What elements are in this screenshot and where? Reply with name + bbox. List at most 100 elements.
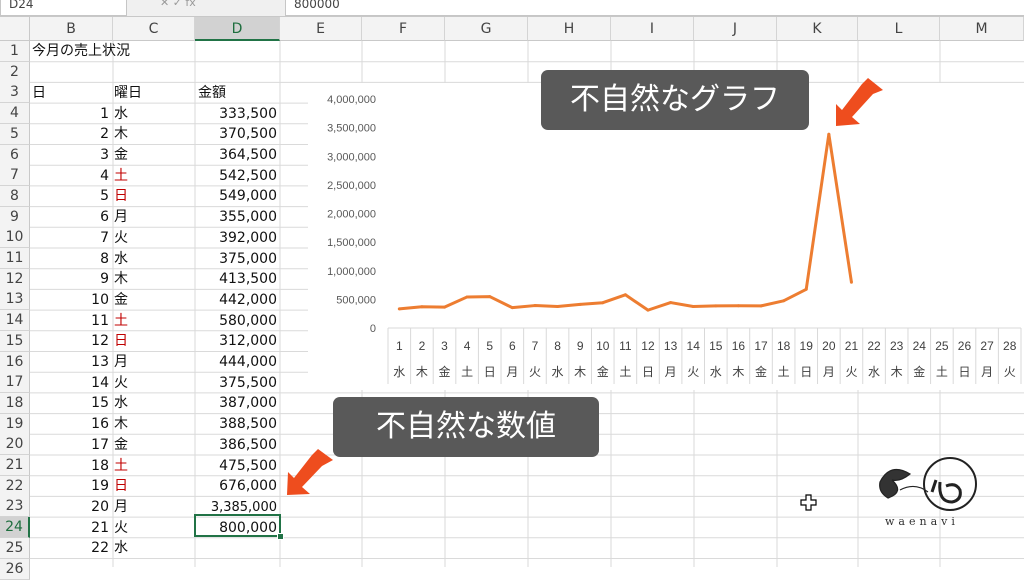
x-weekday-label: 木 bbox=[416, 365, 428, 379]
data-point[interactable] bbox=[578, 302, 582, 306]
cell-amount[interactable]: 355,000 bbox=[195, 207, 277, 228]
data-point[interactable] bbox=[827, 132, 831, 136]
x-weekday-label: 火 bbox=[687, 365, 699, 379]
cell-amount[interactable]: 580,000 bbox=[195, 311, 277, 332]
cell-weekday[interactable]: 水 bbox=[114, 538, 128, 559]
cell-amount[interactable]: 392,000 bbox=[195, 228, 277, 249]
cell-day[interactable]: 8 bbox=[30, 249, 109, 270]
cell-day[interactable]: 11 bbox=[30, 311, 109, 332]
cell-day[interactable]: 19 bbox=[30, 476, 109, 497]
x-weekday-label: 木 bbox=[891, 365, 903, 379]
cell-amount[interactable]: 442,000 bbox=[195, 290, 277, 311]
cell-weekday[interactable]: 水 bbox=[114, 393, 128, 414]
data-point[interactable] bbox=[691, 305, 695, 309]
cell-day[interactable]: 20 bbox=[30, 497, 109, 518]
x-weekday-label: 火 bbox=[1004, 365, 1016, 379]
cell-weekday[interactable]: 水 bbox=[114, 104, 128, 125]
data-point[interactable] bbox=[533, 304, 537, 308]
cell-day[interactable]: 4 bbox=[30, 166, 109, 187]
header-weekday[interactable]: 曜日 bbox=[114, 83, 142, 104]
sales-series-line[interactable] bbox=[399, 132, 853, 312]
sheet-title[interactable]: 今月の売上状況 bbox=[32, 41, 130, 62]
cell-day[interactable]: 6 bbox=[30, 207, 109, 228]
data-point[interactable] bbox=[556, 305, 560, 309]
cell-day[interactable]: 7 bbox=[30, 228, 109, 249]
cell-amount[interactable]: 444,000 bbox=[195, 352, 277, 373]
cell-amount[interactable]: 387,000 bbox=[195, 393, 277, 414]
data-point[interactable] bbox=[782, 299, 786, 303]
cell-amount[interactable]: 333,500 bbox=[195, 104, 277, 125]
data-point[interactable] bbox=[646, 308, 650, 312]
fill-handle[interactable] bbox=[277, 533, 284, 540]
cell-amount[interactable]: 388,500 bbox=[195, 414, 277, 435]
cell-day[interactable]: 13 bbox=[30, 352, 109, 373]
cell-day[interactable]: 1 bbox=[30, 104, 109, 125]
cell-amount[interactable]: 370,500 bbox=[195, 124, 277, 145]
active-cell-d24[interactable] bbox=[194, 514, 281, 537]
x-tick-label: 13 bbox=[664, 339, 678, 353]
header-amount[interactable]: 金額 bbox=[198, 83, 226, 104]
x-weekday-label: 土 bbox=[778, 365, 790, 379]
cell-day[interactable]: 17 bbox=[30, 435, 109, 456]
cell-weekday[interactable]: 木 bbox=[114, 124, 128, 145]
cell-day[interactable]: 18 bbox=[30, 456, 109, 477]
cell-weekday[interactable]: 木 bbox=[114, 269, 128, 290]
cell-weekday[interactable]: 火 bbox=[114, 518, 128, 539]
data-point[interactable] bbox=[669, 301, 673, 305]
cell-amount[interactable]: 413,500 bbox=[195, 269, 277, 290]
cell-day[interactable]: 22 bbox=[30, 538, 109, 559]
data-point[interactable] bbox=[488, 295, 492, 299]
cell-weekday[interactable]: 火 bbox=[114, 228, 128, 249]
data-point[interactable] bbox=[736, 304, 740, 308]
cell-weekday[interactable]: 月 bbox=[114, 497, 128, 518]
cell-amount[interactable]: 375,500 bbox=[195, 373, 277, 394]
cell-day[interactable]: 2 bbox=[30, 124, 109, 145]
cell-weekday[interactable]: 日 bbox=[114, 331, 128, 352]
cell-amount[interactable]: 375,000 bbox=[195, 249, 277, 270]
data-point[interactable] bbox=[443, 305, 447, 309]
cell-weekday[interactable]: 火 bbox=[114, 373, 128, 394]
header-day[interactable]: 日 bbox=[32, 83, 46, 104]
cell-day[interactable]: 15 bbox=[30, 393, 109, 414]
cell-weekday[interactable]: 土 bbox=[114, 456, 128, 477]
cell-weekday[interactable]: 金 bbox=[114, 145, 128, 166]
cell-day[interactable]: 21 bbox=[30, 518, 109, 539]
cell-amount[interactable]: 364,500 bbox=[195, 145, 277, 166]
data-point[interactable] bbox=[397, 307, 401, 311]
data-point[interactable] bbox=[759, 304, 763, 308]
cell-amount[interactable]: 676,000 bbox=[195, 476, 277, 497]
cell-amount[interactable]: 542,500 bbox=[195, 166, 277, 187]
cell-weekday[interactable]: 金 bbox=[114, 435, 128, 456]
cell-day[interactable]: 10 bbox=[30, 290, 109, 311]
cell-weekday[interactable]: 月 bbox=[114, 352, 128, 373]
cell-day[interactable]: 9 bbox=[30, 269, 109, 290]
cell-amount[interactable]: 386,500 bbox=[195, 435, 277, 456]
cell-weekday[interactable]: 月 bbox=[114, 207, 128, 228]
data-point[interactable] bbox=[420, 305, 424, 309]
data-point[interactable] bbox=[510, 306, 514, 310]
data-point[interactable] bbox=[849, 280, 853, 284]
cell-day[interactable]: 12 bbox=[30, 331, 109, 352]
cell-weekday[interactable]: 水 bbox=[114, 249, 128, 270]
data-point[interactable] bbox=[804, 287, 808, 291]
cell-amount[interactable]: 549,000 bbox=[195, 186, 277, 207]
cell-amount[interactable]: 475,500 bbox=[195, 456, 277, 477]
cell-day[interactable]: 16 bbox=[30, 414, 109, 435]
cell-day[interactable]: 3 bbox=[30, 145, 109, 166]
cell-weekday[interactable]: 金 bbox=[114, 290, 128, 311]
cell-day[interactable]: 5 bbox=[30, 186, 109, 207]
cell-weekday[interactable]: 木 bbox=[114, 414, 128, 435]
data-point[interactable] bbox=[623, 293, 627, 297]
cell-weekday[interactable]: 日 bbox=[114, 476, 128, 497]
x-weekday-label: 日 bbox=[642, 365, 654, 379]
cell-weekday[interactable]: 土 bbox=[114, 166, 128, 187]
data-point[interactable] bbox=[465, 295, 469, 299]
cell-weekday[interactable]: 日 bbox=[114, 186, 128, 207]
data-point[interactable] bbox=[714, 304, 718, 308]
cell-amount[interactable]: 312,000 bbox=[195, 331, 277, 352]
data-point[interactable] bbox=[601, 301, 605, 305]
x-tick-label: 3 bbox=[441, 339, 448, 353]
cell-weekday[interactable]: 土 bbox=[114, 311, 128, 332]
cell-day[interactable]: 14 bbox=[30, 373, 109, 394]
x-tick-label: 28 bbox=[1003, 339, 1017, 353]
